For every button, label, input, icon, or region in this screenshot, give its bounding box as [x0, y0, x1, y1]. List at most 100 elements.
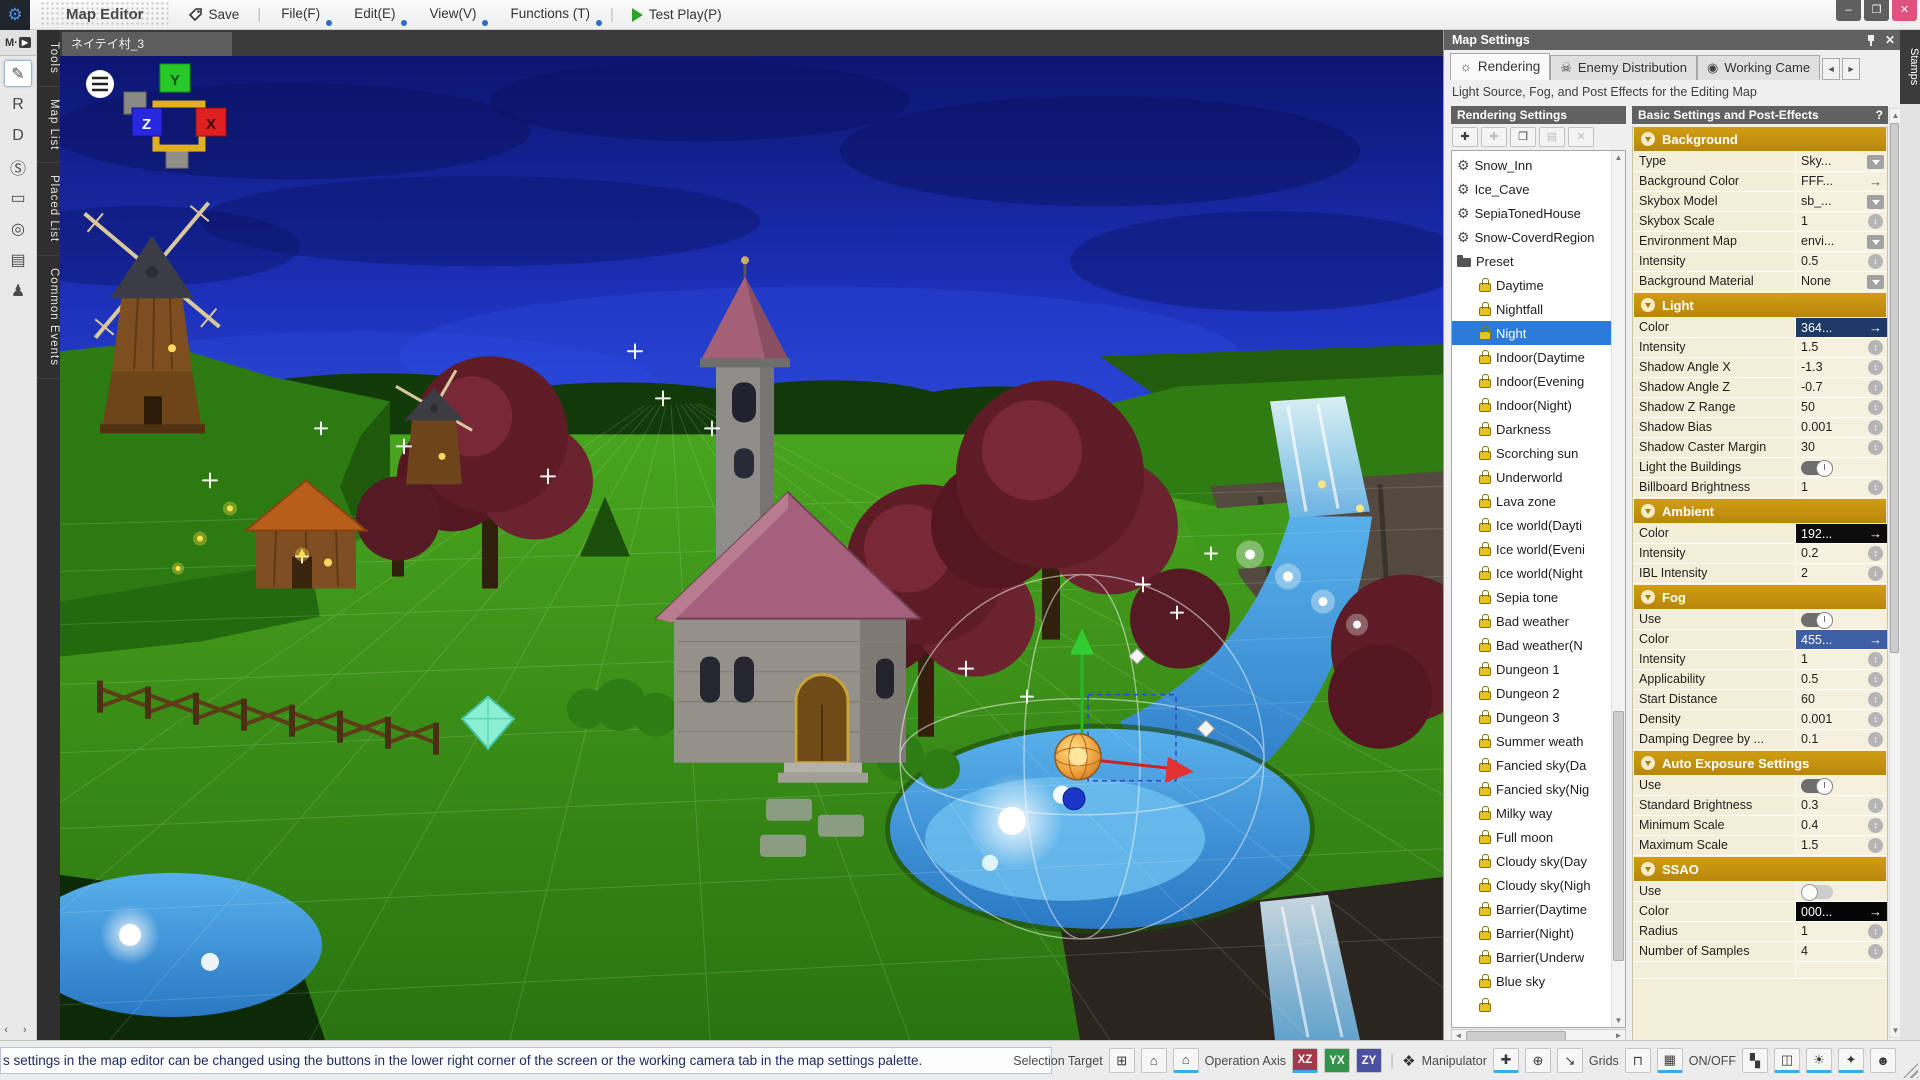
property-value[interactable]: FFF...	[1796, 172, 1864, 191]
list-item[interactable]: ⚙ Snow-CoverdRegion	[1452, 225, 1612, 249]
property-value[interactable]: 30	[1796, 438, 1864, 457]
toggle-effects-button[interactable]: ✦	[1838, 1048, 1864, 1073]
property-color-value[interactable]: 192... →	[1796, 524, 1887, 543]
stepper-icon[interactable]: ↕	[1868, 672, 1883, 687]
toggle-enemy-button[interactable]: ☻	[1870, 1048, 1896, 1073]
stepper-icon[interactable]: ↕	[1868, 480, 1883, 495]
list-item[interactable]: Summer weath	[1452, 729, 1612, 753]
tab-scroll-left-button[interactable]: ◄	[1822, 58, 1841, 80]
close-button[interactable]: ✕	[1892, 0, 1917, 21]
list-item[interactable]: Blue sky	[1452, 969, 1612, 993]
group-header-auto-exposure-settings[interactable]: Auto Exposure Settings	[1634, 751, 1886, 775]
toggle-tiles-button[interactable]: ▚	[1742, 1048, 1768, 1073]
property-value[interactable]: 0.1	[1796, 730, 1864, 749]
toggle-switch[interactable]	[1801, 611, 1833, 629]
list-item[interactable]: Dungeon 1	[1452, 657, 1612, 681]
property-value[interactable]: 0.2	[1796, 544, 1864, 563]
property-value[interactable]: 0.3	[1796, 796, 1864, 815]
help-button[interactable]: ?	[1876, 106, 1883, 124]
toggle-box-button[interactable]: ◫	[1774, 1048, 1800, 1073]
stepper-icon[interactable]: ↕	[1868, 944, 1883, 959]
list-item[interactable]: Ice world(Eveni	[1452, 537, 1612, 561]
list-item[interactable]: Cloudy sky(Day	[1452, 849, 1612, 873]
list-item[interactable]: ⚙ Snow_Inn	[1452, 153, 1612, 177]
stepper-icon[interactable]: ↕	[1868, 546, 1883, 561]
manipulator-move-button[interactable]: ✚	[1492, 1048, 1519, 1073]
list-item[interactable]: Barrier(Daytime	[1452, 897, 1612, 921]
stepper-icon[interactable]: ↕	[1868, 214, 1883, 229]
save-button[interactable]: Save	[180, 3, 248, 26]
sidebar-tab-common-events[interactable]: Common Events	[37, 256, 60, 379]
dropdown-icon[interactable]	[1867, 274, 1884, 289]
list-item[interactable]: Darkness	[1452, 417, 1612, 441]
stepper-icon[interactable]: ↕	[1868, 838, 1883, 853]
open-color-editor-icon[interactable]: →	[1869, 526, 1882, 541]
list-item[interactable]	[1452, 993, 1612, 1017]
stepper-icon[interactable]: ↕	[1868, 440, 1883, 455]
display-tool-button[interactable]: ▭	[4, 184, 32, 211]
menu-functionst[interactable]: Functions (T)	[500, 2, 602, 27]
menu-edite[interactable]: Edit(E)	[344, 2, 408, 27]
stepper-icon[interactable]: ↕	[1868, 732, 1883, 747]
stepper-icon[interactable]: ↕	[1868, 818, 1883, 833]
property-value[interactable]: -0.7	[1796, 378, 1864, 397]
tab-working-came[interactable]: ◉ Working Came	[1696, 55, 1821, 80]
toggle-switch[interactable]	[1801, 459, 1833, 477]
axis-yx-button[interactable]: YX	[1323, 1048, 1350, 1073]
group-header-ssao[interactable]: SSAO	[1634, 857, 1886, 881]
pin-icon[interactable]	[1867, 34, 1875, 46]
list-item[interactable]: Bad weather(N	[1452, 633, 1612, 657]
list-item[interactable]: Indoor(Night)	[1452, 393, 1612, 417]
list-item[interactable]: Bad weather	[1452, 609, 1612, 633]
stepper-icon[interactable]: ↕	[1868, 254, 1883, 269]
property-value[interactable]: 1	[1796, 922, 1864, 941]
tab-enemy-distribution[interactable]: ☠ Enemy Distribution	[1550, 55, 1697, 80]
toolbar-pager[interactable]: ‹ ›	[0, 1024, 37, 1036]
list-item[interactable]: Barrier(Underw	[1452, 945, 1612, 969]
delete-button[interactable]: ✕	[1568, 127, 1594, 147]
toggle-light-button[interactable]: ☀	[1806, 1048, 1832, 1073]
grid-show-button[interactable]: ▦	[1656, 1048, 1683, 1073]
list-item[interactable]: Dungeon 3	[1452, 705, 1612, 729]
list-item[interactable]: Daytime	[1452, 273, 1612, 297]
list-item[interactable]: Dungeon 2	[1452, 681, 1612, 705]
selection-object-button[interactable]: ⌂	[1140, 1048, 1167, 1073]
list-item[interactable]: Full moon	[1452, 825, 1612, 849]
stepper-icon[interactable]: ↕	[1868, 692, 1883, 707]
stamps-tab[interactable]: Stamps	[1900, 30, 1920, 104]
panel-close-icon[interactable]: ✕	[1885, 30, 1895, 50]
property-value[interactable]: 1	[1796, 212, 1864, 231]
stepper-icon[interactable]: ↕	[1868, 652, 1883, 667]
property-value[interactable]: envi...	[1796, 232, 1864, 251]
viewport-3d-scene[interactable]: Y Z X	[60, 56, 1443, 1040]
test-play-button[interactable]: Test Play(P)	[624, 3, 730, 26]
group-header-fog[interactable]: Fog	[1634, 585, 1886, 609]
property-color-value[interactable]: 455... →	[1796, 630, 1887, 649]
list-item[interactable]: Sepia tone	[1452, 585, 1612, 609]
sidebar-tab-tools[interactable]: Tools	[37, 30, 60, 87]
property-value[interactable]: 0.001	[1796, 418, 1864, 437]
sidebar-tab-placed-list[interactable]: Placed List	[37, 163, 60, 256]
scroll-thumb[interactable]	[1613, 711, 1624, 961]
list-item[interactable]: Ice world(Dayti	[1452, 513, 1612, 537]
property-value[interactable]: -1.3	[1796, 358, 1864, 377]
list-item[interactable]: Barrier(Night)	[1452, 921, 1612, 945]
property-value[interactable]	[1796, 962, 1864, 978]
property-value[interactable]: 50	[1796, 398, 1864, 417]
list-item[interactable]: Scorching sun	[1452, 441, 1612, 465]
gizmo-handle[interactable]	[1062, 787, 1086, 811]
menu-filef[interactable]: File(F)	[271, 2, 333, 27]
resources-tool-button[interactable]: R	[4, 91, 32, 118]
manipulator-scale-button[interactable]: ↘	[1556, 1048, 1583, 1073]
list-item[interactable]: Indoor(Evening	[1452, 369, 1612, 393]
resize-grip[interactable]	[1903, 1063, 1918, 1078]
list-item[interactable]: Preset	[1452, 249, 1612, 273]
list-item[interactable]: Fancied sky(Nig	[1452, 777, 1612, 801]
property-color-value[interactable]: 000... →	[1796, 902, 1887, 921]
axis-zy-button[interactable]: ZY	[1355, 1048, 1382, 1073]
scroll-down-icon[interactable]: ▼	[1612, 1014, 1625, 1027]
list-item[interactable]: Lava zone	[1452, 489, 1612, 513]
maximize-button[interactable]: ❐	[1864, 0, 1889, 21]
list-item[interactable]: Cloudy sky(Nigh	[1452, 873, 1612, 897]
viewport-menu-button[interactable]	[86, 70, 114, 99]
